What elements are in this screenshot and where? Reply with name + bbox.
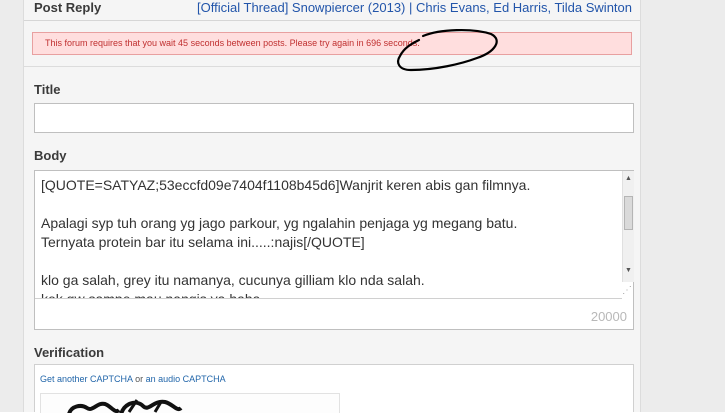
captcha-image	[40, 393, 340, 413]
another-captcha-link[interactable]: Get another CAPTCHA	[40, 374, 133, 384]
error-message: This forum requires that you wait 45 sec…	[32, 32, 632, 55]
title-input[interactable]	[34, 103, 634, 133]
captcha-box: Get another CAPTCHA or an audio CAPTCHA	[34, 364, 634, 413]
post-reply-panel: Post Reply [Official Thread] Snowpiercer…	[23, 0, 641, 413]
body-scrollbar[interactable]: ▲ ▼	[622, 171, 634, 282]
resize-grip-icon[interactable]: ⋰	[621, 284, 633, 297]
captcha-or: or	[135, 374, 144, 384]
title-label: Title	[34, 82, 61, 97]
body-textarea[interactable]: [QUOTE=SATYAZ;53eccfd09e7404f1108b45d6]W…	[35, 171, 622, 299]
left-background	[0, 0, 23, 412]
captcha-glyphs	[67, 399, 183, 413]
body-editor: [QUOTE=SATYAZ;53eccfd09e7404f1108b45d6]W…	[34, 170, 634, 330]
audio-captcha-link[interactable]: an audio CAPTCHA	[146, 374, 226, 384]
scroll-down-icon[interactable]: ▼	[623, 265, 634, 276]
post-reply-title: Post Reply	[34, 0, 102, 15]
char-counter: 20000	[590, 309, 627, 324]
scroll-thumb[interactable]	[624, 196, 633, 230]
verification-label: Verification	[34, 345, 105, 360]
body-label: Body	[34, 148, 67, 163]
thread-link[interactable]: [Official Thread] Snowpiercer (2013) | C…	[197, 0, 632, 15]
divider	[24, 66, 640, 67]
captcha-links: Get another CAPTCHA or an audio CAPTCHA	[40, 374, 226, 384]
post-reply-header: Post Reply [Official Thread] Snowpiercer…	[24, 0, 640, 21]
scroll-up-icon[interactable]: ▲	[623, 173, 634, 184]
right-background	[641, 0, 725, 412]
